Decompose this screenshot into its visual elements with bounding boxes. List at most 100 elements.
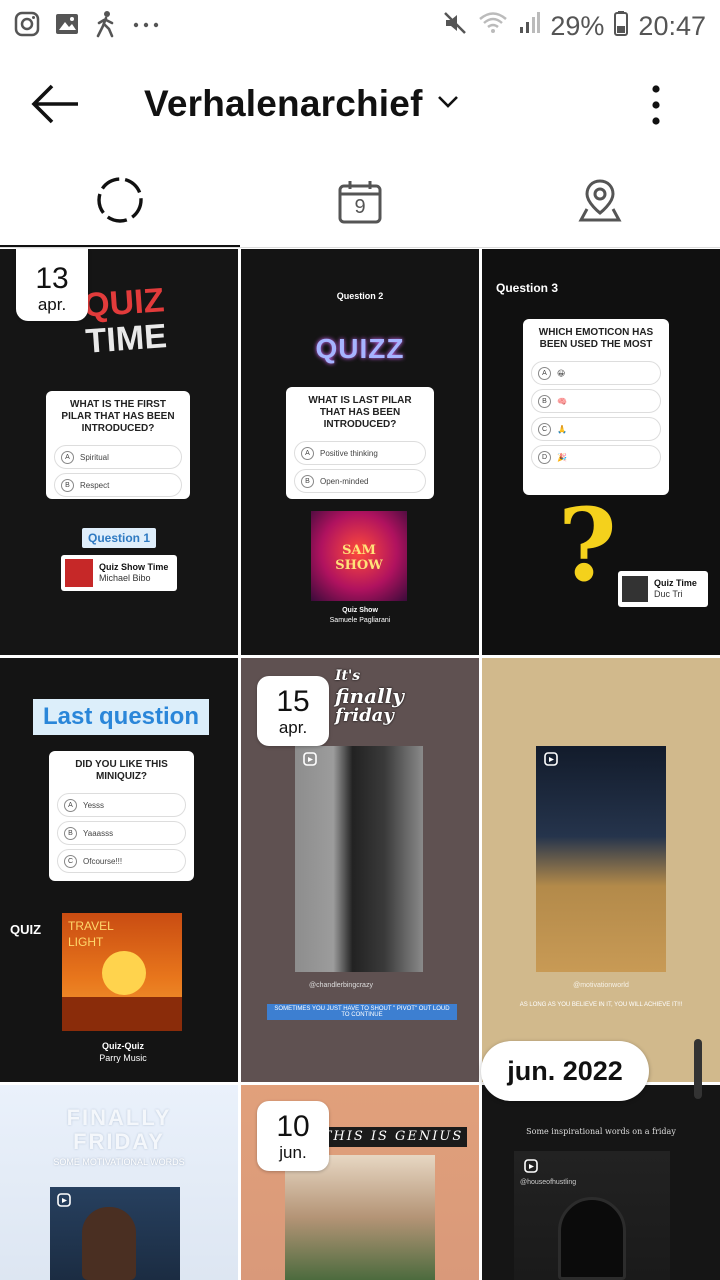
story-thumbnail[interactable]: Question 2 QUIZZ WHAT IS LAST PILAR THAT… [241,249,479,655]
option-text: 🙏 [557,424,567,434]
quiz-question: WHAT IS LAST PILAR THAT HAS BEEN INTRODU… [308,395,412,430]
story-headline: FINALLY [66,1105,172,1130]
month-indicator: jun. 2022 [481,1041,649,1101]
archive-type-dropdown[interactable]: Verhalenarchief [144,78,459,130]
story-caption: SOMETIMES YOU JUST HAVE TO SHOUT " PIVOT… [267,1004,457,1020]
sticker-line: finally [335,684,404,708]
user-handle: @houseofhustling [520,1179,577,1186]
option-text: 🧠 [557,396,567,406]
music-artist: Michael Bibo [99,573,151,583]
more-options-button[interactable] [640,82,672,128]
date-day: 10 [276,1110,310,1143]
story-thumbnail[interactable]: Last question DID YOU LIKE THIS MINIQUIZ… [0,658,238,1082]
question-mark-icon: ? [558,486,617,604]
calendar-day-number: 9 [354,196,366,218]
tab-divider [0,247,720,248]
wifi-icon [478,10,508,43]
option-text: 🎉 [557,452,567,462]
sticker-text: It's finally friday [335,666,404,726]
quiz-card: WHAT IS LAST PILAR THAT HAS BEEN INTRODU… [286,387,434,499]
back-button[interactable] [28,80,84,128]
date-day: 13 [35,262,69,295]
option-letter: B [61,478,74,492]
quiz-card: DID YOU LIKE THIS MINIQUIZ? A Yesss B Yaaa… [49,751,194,881]
quiz-question: WHICH EMOTICON HAS BEEN USED THE MOST [538,327,654,350]
story-thumbnail[interactable]: THIS IS GENIUS 10 jun. [241,1085,479,1280]
quiz-option: B Yaaasss [57,821,186,845]
option-text: Positive thinking [320,448,378,458]
quiz-option: B Respect [54,473,182,497]
option-text: Respect [80,480,110,490]
quiz-option: B 🧠 [531,389,661,413]
quiz-option: C 🙏 [531,417,661,441]
quiz-title-text: TIME [84,317,169,361]
person-silhouette [558,1197,626,1280]
music-sticker: Quiz Show Time Michael Bibo [61,555,177,591]
option-text: Yesss [83,800,105,810]
date-day: 15 [276,685,310,718]
tab-map[interactable] [480,156,720,248]
reels-icon [524,1159,538,1178]
quiz-question: DID YOU LIKE THIS MINIQUIZ? [75,759,168,782]
mute-icon [442,10,468,43]
tab-calendar[interactable]: 9 [240,156,480,248]
fast-scroll-handle[interactable] [694,1039,702,1099]
music-title: Quiz Show [342,607,378,614]
music-artist: Samuele Pagliarani [329,617,391,624]
option-text: 😀 [557,368,566,378]
user-handle: @motivationworld [573,982,629,989]
story-subline: SOME MOTIVATIONAL WORDS [53,1157,185,1167]
option-letter: A [301,446,314,460]
quiz-card: WHAT IS THE FIRST PILAR THAT HAS BEEN IN… [46,391,190,499]
reels-icon [57,1193,71,1212]
option-letter: B [301,474,314,488]
music-artist: Parry Music [99,1053,147,1063]
album-art: TRAVEL LIGHT [62,913,182,1031]
page-title: Verhalenarchief [144,83,423,124]
horizon [62,997,182,1031]
battery-icon [614,10,629,43]
story-thumbnail[interactable]: @motivationworld AS LONG AS YOU BELIEVE … [482,658,720,1082]
reels-icon [303,752,317,771]
more-notifications-icon [132,17,160,35]
option-letter: A [64,798,77,812]
story-caption: Some inspirational words on a friday [526,1127,676,1136]
story-heading: Last question [33,699,209,735]
status-bar: 29% 20:47 [0,0,720,52]
option-text: Spiritual [80,452,109,462]
calendar-icon: 9 [337,179,383,225]
story-thumbnail[interactable]: Question 3 WHICH EMOTICON HAS BEEN USED … [482,249,720,655]
signal-icon [518,11,541,42]
video-frame [536,746,666,972]
app-bar: Verhalenarchief [0,52,720,156]
side-label: QUIZ [10,922,42,937]
option-text: Ofcourse!!! [83,856,123,866]
story-heading: Question 3 [496,281,559,295]
story-headline: FRIDAY [73,1129,165,1154]
walking-icon [94,10,118,43]
story-thumbnail[interactable]: Some inspirational words on a friday @ho… [482,1085,720,1280]
date-badge: 13 apr. [16,249,88,321]
option-letter: C [538,422,551,436]
quiz-option: A Positive thinking [294,441,426,465]
option-letter: B [64,826,77,840]
sticker-line: friday [335,705,394,726]
reels-icon [544,752,558,771]
quiz-option: A 😀 [531,361,661,385]
video-frame [295,746,423,972]
music-title: Quiz Time [654,578,697,588]
sun-shape [102,951,146,995]
tab-stories-archive[interactable] [0,156,240,248]
story-thumbnail[interactable]: It's finally friday @chandlerbingcrazy S… [241,658,479,1082]
quiz-question: WHAT IS THE FIRST PILAR THAT HAS BEEN IN… [61,399,175,434]
story-heading: Question 2 [336,291,384,301]
quiz-option: B Open-minded [294,469,426,493]
story-thumbnail[interactable]: FINALLY FRIDAY SOME MOTIVATIONAL WORDS [0,1085,238,1280]
date-month: apr. [37,295,67,314]
archive-tabs: 9 [0,156,720,248]
quiz-title-text: QUIZZ [315,333,405,364]
gallery-icon [54,11,80,42]
option-letter: B [538,394,551,408]
album-art [65,559,93,587]
chevron-down-icon [437,95,459,114]
